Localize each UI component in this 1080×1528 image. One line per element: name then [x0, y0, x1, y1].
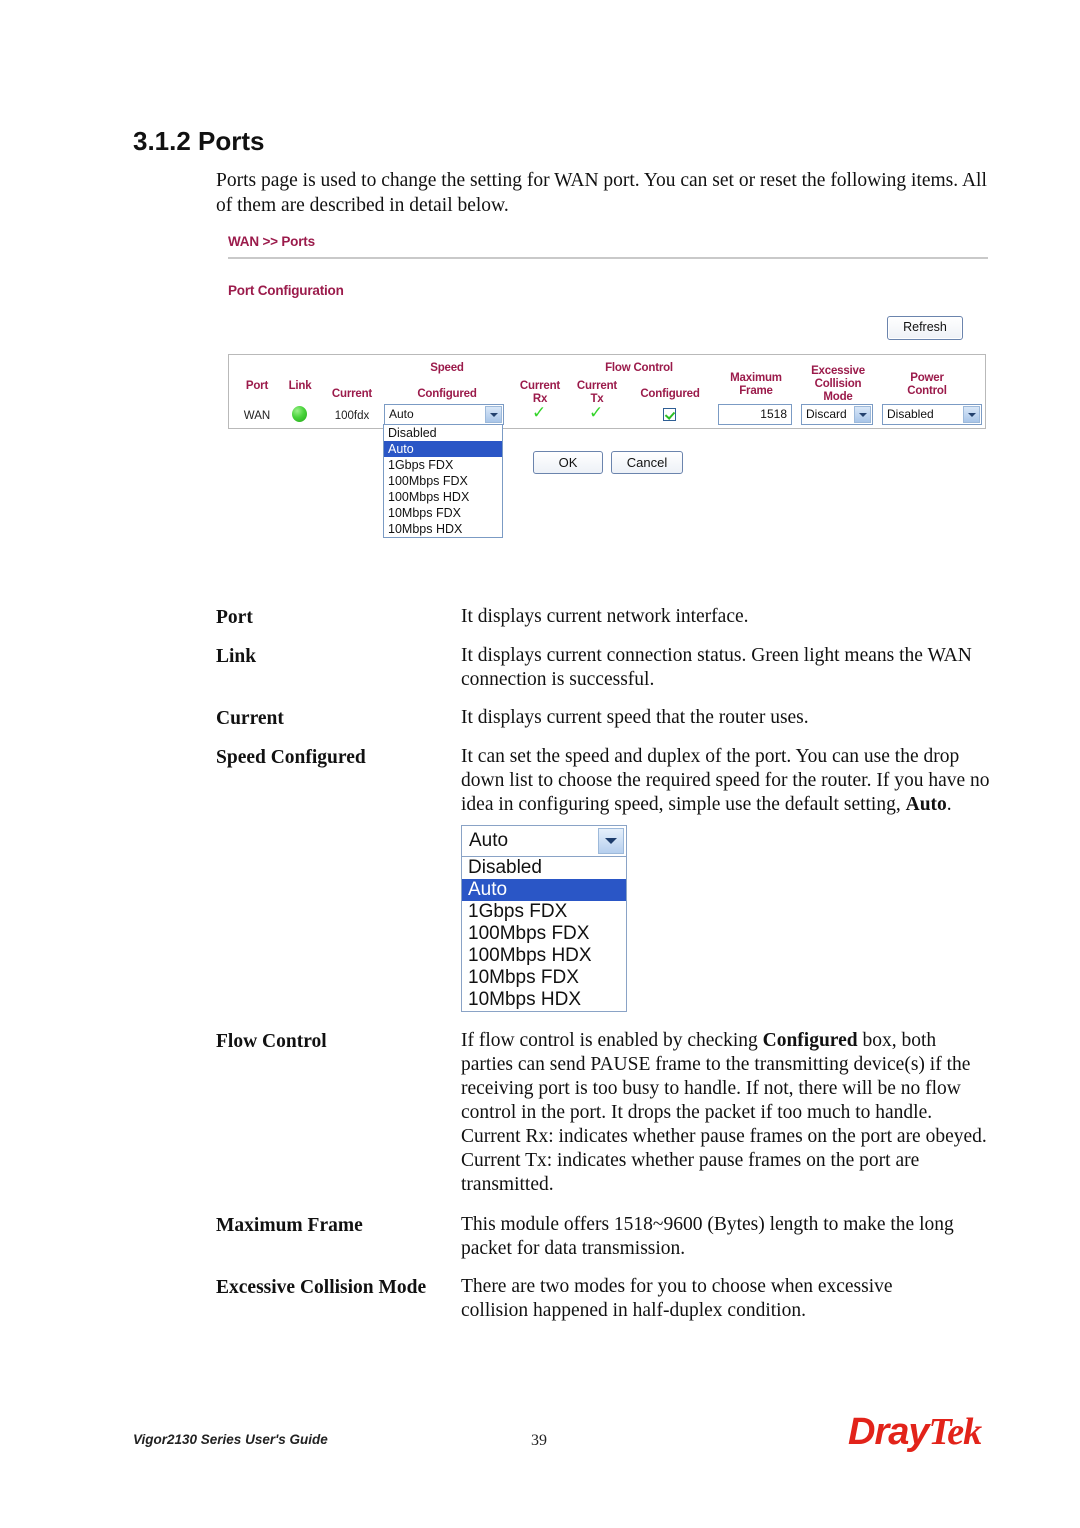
option-1gbps-fdx[interactable]: 1Gbps FDX [384, 457, 502, 473]
maximum-frame-input[interactable]: 1518 [718, 404, 792, 425]
header-fc-current-rx-line1: Current [519, 380, 561, 392]
option-10mbps-hdx[interactable]: 10Mbps HDX [384, 521, 502, 537]
header-speed-configured: Configured [417, 388, 477, 400]
port-configuration-table: Speed Flow Control Port Link Current Con… [228, 354, 986, 429]
definition-description-part2: . [946, 794, 952, 815]
speed-dropdown-option-list[interactable]: Disabled Auto 1Gbps FDX 100Mbps FDX 100M… [461, 856, 627, 1012]
header-speed-group: Speed [430, 362, 464, 374]
definition-description-part1: If flow control is enabled by checking [461, 1030, 763, 1051]
excessive-collision-mode-value: Discard [806, 407, 847, 421]
definition-description-tx: Current Tx: indicates whether pause fram… [461, 1150, 920, 1195]
definition-description: It can set the speed and duplex of the p… [461, 745, 991, 1015]
header-maximum-frame-line2: Frame [739, 385, 773, 397]
option-1gbps-fdx[interactable]: 1Gbps FDX [462, 901, 626, 923]
header-fc-current-tx-line1: Current [576, 380, 618, 392]
speed-configured-select-value: Auto [389, 407, 414, 421]
intro-paragraph: Ports page is used to change the setting… [216, 170, 987, 216]
definition-description: If flow control is enabled by checking C… [461, 1029, 989, 1197]
cancel-button[interactable]: Cancel [611, 451, 683, 474]
speed-configured-select[interactable]: Auto [384, 404, 504, 425]
document-page: 3.1.2 Ports Ports page is used to change… [0, 0, 1080, 1528]
speed-dropdown-illustration: Auto Disabled Auto 1Gbps FDX 100Mbps FDX… [461, 825, 627, 1015]
option-disabled[interactable]: Disabled [384, 425, 502, 441]
definition-term: Flow Control [216, 1031, 327, 1052]
header-power-control-line2: Control [907, 385, 947, 397]
option-auto[interactable]: Auto [384, 441, 502, 457]
page-title: 3.1.2 Ports [133, 126, 265, 156]
definition-description-bold: Auto [905, 794, 947, 815]
logo-dray: Dray [848, 1411, 929, 1453]
option-auto[interactable]: Auto [462, 879, 626, 901]
page-footer: Vigor2130 Series User's Guide 39 DrayTek [133, 1411, 1013, 1472]
option-disabled[interactable]: Disabled [462, 857, 626, 879]
definition-list: Port It displays current network interfa… [216, 605, 1006, 1337]
header-excessive-collision-line2: Collision [814, 378, 862, 390]
option-100mbps-hdx[interactable]: 100Mbps HDX [384, 489, 502, 505]
definition-row-port: Port It displays current network interfa… [216, 605, 1006, 630]
option-10mbps-hdx[interactable]: 10Mbps HDX [462, 989, 626, 1011]
definition-row-excessive-collision-mode: Excessive Collision Mode There are two m… [216, 1275, 1006, 1323]
cell-port: WAN [243, 410, 271, 422]
speed-dropdown-select-value: Auto [469, 830, 509, 851]
header-fc-configured: Configured [640, 388, 700, 400]
header-excessive-collision-line1: Excessive [811, 365, 865, 377]
chevron-down-icon[interactable] [598, 828, 624, 854]
section-subtitle: Port Configuration [228, 283, 344, 298]
definition-term: Maximum Frame [216, 1215, 363, 1236]
ok-button[interactable]: OK [533, 451, 603, 474]
chevron-down-icon[interactable] [854, 406, 871, 423]
excessive-collision-mode-select[interactable]: Discard [801, 404, 873, 425]
chevron-down-icon[interactable] [485, 406, 502, 423]
header-flow-control-group: Flow Control [605, 362, 673, 374]
definition-description: There are two modes for you to choose wh… [461, 1276, 893, 1321]
definition-row-link: Link It displays current connection stat… [216, 644, 1006, 692]
definition-description-bold: Configured [762, 1030, 858, 1051]
speed-configured-option-list[interactable]: Disabled Auto 1Gbps FDX 100Mbps FDX 100M… [383, 424, 503, 538]
cell-fc-current-tx-check-icon: ✓ [589, 403, 604, 423]
power-control-select[interactable]: Disabled [882, 404, 982, 425]
footer-guide-title: Vigor2130 Series User's Guide [133, 1432, 328, 1447]
header-excessive-collision-line3: Mode [823, 391, 853, 403]
breadcrumb: WAN >> Ports [228, 234, 315, 249]
cell-fc-current-rx-check-icon: ✓ [532, 403, 547, 423]
definition-description: It displays current speed that the route… [461, 707, 809, 728]
option-100mbps-fdx[interactable]: 100Mbps FDX [384, 473, 502, 489]
option-10mbps-fdx[interactable]: 10Mbps FDX [462, 967, 626, 989]
header-link: Link [288, 380, 312, 392]
header-power-control-line1: Power [910, 372, 944, 384]
header-maximum-frame-line1: Maximum [730, 372, 782, 384]
power-control-value: Disabled [887, 407, 934, 421]
definition-term: Current [216, 708, 284, 729]
header-speed-current: Current [331, 388, 373, 400]
definition-row-current: Current It displays current speed that t… [216, 706, 1006, 731]
definition-row-maximum-frame: Maximum Frame This module offers 1518~96… [216, 1213, 1006, 1261]
definition-term: Excessive Collision Mode [216, 1277, 427, 1298]
header-port: Port [245, 380, 269, 392]
option-10mbps-fdx[interactable]: 10Mbps FDX [384, 505, 502, 521]
refresh-button[interactable]: Refresh [887, 316, 963, 340]
definition-term: Link [216, 646, 257, 667]
option-100mbps-hdx[interactable]: 100Mbps HDX [462, 945, 626, 967]
definition-row-speed-configured: Speed Configured It can set the speed an… [216, 745, 1006, 1015]
definition-term: Speed Configured [216, 747, 366, 768]
link-status-led-icon [292, 406, 307, 422]
definition-description: This module offers 1518~9600 (Bytes) len… [461, 1214, 954, 1259]
cell-speed-current: 100fdx [334, 410, 370, 422]
definition-term: Port [216, 607, 253, 628]
definition-row-flow-control: Flow Control If flow control is enabled … [216, 1029, 1006, 1197]
chevron-down-icon[interactable] [963, 406, 980, 423]
definition-description-rx: Current Rx: indicates whether pause fram… [461, 1126, 987, 1147]
logo-tek: Tek [928, 1411, 983, 1453]
draytek-logo: DrayTek [848, 1410, 983, 1454]
header-divider [228, 257, 988, 259]
option-100mbps-fdx[interactable]: 100Mbps FDX [462, 923, 626, 945]
definition-description: It displays current connection status. G… [461, 645, 972, 690]
speed-dropdown-select[interactable]: Auto [461, 825, 627, 857]
definition-description: It displays current network interface. [461, 606, 749, 627]
flow-control-configured-checkbox[interactable] [663, 408, 676, 421]
footer-page-number: 39 [531, 1432, 547, 1449]
router-ui-screenshot: WAN >> Ports Port Configuration Refresh … [228, 228, 988, 548]
